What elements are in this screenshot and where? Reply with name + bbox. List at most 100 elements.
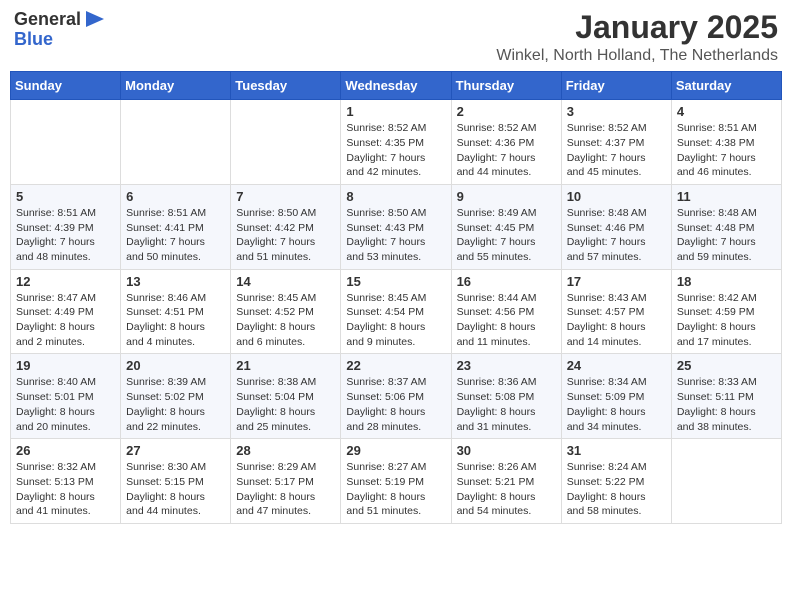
calendar-cell: 16 Sunrise: 8:44 AM Sunset: 4:56 PM Dayli… bbox=[451, 269, 561, 354]
calendar-table: SundayMondayTuesdayWednesdayThursdayFrid… bbox=[10, 71, 782, 524]
day-info: Sunrise: 8:51 AM Sunset: 4:41 PM Dayligh… bbox=[126, 206, 225, 265]
calendar-cell: 11Sunrise: 8:48 AM Sunset: 4:48 PM Dayli… bbox=[671, 184, 781, 269]
day-info: Sunrise: 8:50 AM Sunset: 4:43 PM Dayligh… bbox=[346, 206, 445, 265]
weekday-header-tuesday: Tuesday bbox=[231, 72, 341, 100]
calendar-cell: 31 Sunrise: 8:24 AM Sunset: 5:22 PM Dayli… bbox=[561, 439, 671, 524]
calendar-cell: 1 Sunrise: 8:52 AM Sunset: 4:35 PM Daylig… bbox=[341, 100, 451, 185]
day-info: Sunrise: 8:44 AM Sunset: 4:56 PM Dayligh… bbox=[457, 291, 556, 350]
calendar-cell: 28 Sunrise: 8:29 AM Sunset: 5:17 PM Dayli… bbox=[231, 439, 341, 524]
calendar-cell: 23 Sunrise: 8:36 AM Sunset: 5:08 PM Dayli… bbox=[451, 354, 561, 439]
logo-flag-icon bbox=[86, 11, 106, 29]
calendar-cell bbox=[121, 100, 231, 185]
calendar-cell: 30 Sunrise: 8:26 AM Sunset: 5:21 PM Dayli… bbox=[451, 439, 561, 524]
day-info: Sunrise: 8:45 AM Sunset: 4:54 PM Dayligh… bbox=[346, 291, 445, 350]
day-number: 23 bbox=[457, 358, 556, 373]
day-number: 22 bbox=[346, 358, 445, 373]
day-info: Sunrise: 8:33 AM Sunset: 5:11 PM Dayligh… bbox=[677, 375, 776, 434]
day-number: 25 bbox=[677, 358, 776, 373]
calendar-cell: 13 Sunrise: 8:46 AM Sunset: 4:51 PM Dayli… bbox=[121, 269, 231, 354]
calendar-cell: 21 Sunrise: 8:38 AM Sunset: 5:04 PM Dayli… bbox=[231, 354, 341, 439]
location-title: Winkel, North Holland, The Netherlands bbox=[496, 47, 778, 65]
day-info: Sunrise: 8:37 AM Sunset: 5:06 PM Dayligh… bbox=[346, 375, 445, 434]
day-info: Sunrise: 8:46 AM Sunset: 4:51 PM Dayligh… bbox=[126, 291, 225, 350]
calendar-cell: 20 Sunrise: 8:39 AM Sunset: 5:02 PM Dayli… bbox=[121, 354, 231, 439]
day-number: 31 bbox=[567, 443, 666, 458]
day-info: Sunrise: 8:29 AM Sunset: 5:17 PM Dayligh… bbox=[236, 460, 335, 519]
calendar-cell: 22 Sunrise: 8:37 AM Sunset: 5:06 PM Dayli… bbox=[341, 354, 451, 439]
logo: General Blue bbox=[14, 10, 106, 50]
calendar-cell: 26Sunrise: 8:32 AM Sunset: 5:13 PM Dayli… bbox=[11, 439, 121, 524]
day-number: 21 bbox=[236, 358, 335, 373]
calendar-cell: 25 Sunrise: 8:33 AM Sunset: 5:11 PM Dayli… bbox=[671, 354, 781, 439]
calendar-cell bbox=[231, 100, 341, 185]
day-info: Sunrise: 8:36 AM Sunset: 5:08 PM Dayligh… bbox=[457, 375, 556, 434]
calendar-cell: 8 Sunrise: 8:50 AM Sunset: 4:43 PM Daylig… bbox=[341, 184, 451, 269]
calendar-week-row: 12 Sunrise: 8:47 AM Sunset: 4:49 PM Dayli… bbox=[11, 269, 782, 354]
day-number: 5 bbox=[16, 189, 115, 204]
day-info: Sunrise: 8:50 AM Sunset: 4:42 PM Dayligh… bbox=[236, 206, 335, 265]
day-number: 30 bbox=[457, 443, 556, 458]
day-info: Sunrise: 8:27 AM Sunset: 5:19 PM Dayligh… bbox=[346, 460, 445, 519]
day-number: 7 bbox=[236, 189, 335, 204]
calendar-cell: 29 Sunrise: 8:27 AM Sunset: 5:19 PM Dayli… bbox=[341, 439, 451, 524]
day-info: Sunrise: 8:52 AM Sunset: 4:37 PM Dayligh… bbox=[567, 121, 666, 180]
day-info: Sunrise: 8:45 AM Sunset: 4:52 PM Dayligh… bbox=[236, 291, 335, 350]
day-number: 19 bbox=[16, 358, 115, 373]
day-info: Sunrise: 8:38 AM Sunset: 5:04 PM Dayligh… bbox=[236, 375, 335, 434]
day-number: 8 bbox=[346, 189, 445, 204]
day-info: Sunrise: 8:51 AM Sunset: 4:38 PM Dayligh… bbox=[677, 121, 776, 180]
weekday-header-monday: Monday bbox=[121, 72, 231, 100]
day-number: 1 bbox=[346, 104, 445, 119]
day-number: 2 bbox=[457, 104, 556, 119]
day-number: 12 bbox=[16, 274, 115, 289]
calendar-week-row: 1 Sunrise: 8:52 AM Sunset: 4:35 PM Daylig… bbox=[11, 100, 782, 185]
day-number: 24 bbox=[567, 358, 666, 373]
calendar-cell bbox=[671, 439, 781, 524]
day-number: 27 bbox=[126, 443, 225, 458]
calendar-cell: 5 Sunrise: 8:51 AM Sunset: 4:39 PM Daylig… bbox=[11, 184, 121, 269]
calendar-cell: 17Sunrise: 8:43 AM Sunset: 4:57 PM Dayli… bbox=[561, 269, 671, 354]
day-info: Sunrise: 8:49 AM Sunset: 4:45 PM Dayligh… bbox=[457, 206, 556, 265]
day-number: 28 bbox=[236, 443, 335, 458]
day-info: Sunrise: 8:48 AM Sunset: 4:48 PM Dayligh… bbox=[677, 206, 776, 265]
calendar-week-row: 26Sunrise: 8:32 AM Sunset: 5:13 PM Dayli… bbox=[11, 439, 782, 524]
weekday-header-row: SundayMondayTuesdayWednesdayThursdayFrid… bbox=[11, 72, 782, 100]
day-number: 4 bbox=[677, 104, 776, 119]
day-number: 29 bbox=[346, 443, 445, 458]
day-number: 3 bbox=[567, 104, 666, 119]
weekday-header-sunday: Sunday bbox=[11, 72, 121, 100]
page-header: General Blue January 2025 Winkel, North … bbox=[10, 10, 782, 65]
title-section: January 2025 Winkel, North Holland, The … bbox=[496, 10, 778, 65]
day-info: Sunrise: 8:51 AM Sunset: 4:39 PM Dayligh… bbox=[16, 206, 115, 265]
day-info: Sunrise: 8:26 AM Sunset: 5:21 PM Dayligh… bbox=[457, 460, 556, 519]
day-info: Sunrise: 8:47 AM Sunset: 4:49 PM Dayligh… bbox=[16, 291, 115, 350]
day-info: Sunrise: 8:42 AM Sunset: 4:59 PM Dayligh… bbox=[677, 291, 776, 350]
day-number: 26 bbox=[16, 443, 115, 458]
day-info: Sunrise: 8:39 AM Sunset: 5:02 PM Dayligh… bbox=[126, 375, 225, 434]
day-info: Sunrise: 8:40 AM Sunset: 5:01 PM Dayligh… bbox=[16, 375, 115, 434]
day-number: 16 bbox=[457, 274, 556, 289]
day-info: Sunrise: 8:52 AM Sunset: 4:35 PM Dayligh… bbox=[346, 121, 445, 180]
calendar-cell: 6Sunrise: 8:51 AM Sunset: 4:41 PM Daylig… bbox=[121, 184, 231, 269]
weekday-header-wednesday: Wednesday bbox=[341, 72, 451, 100]
calendar-week-row: 19 Sunrise: 8:40 AM Sunset: 5:01 PM Dayli… bbox=[11, 354, 782, 439]
calendar-cell: 10Sunrise: 8:48 AM Sunset: 4:46 PM Dayli… bbox=[561, 184, 671, 269]
weekday-header-friday: Friday bbox=[561, 72, 671, 100]
calendar-cell: 24 Sunrise: 8:34 AM Sunset: 5:09 PM Dayli… bbox=[561, 354, 671, 439]
day-number: 9 bbox=[457, 189, 556, 204]
day-info: Sunrise: 8:52 AM Sunset: 4:36 PM Dayligh… bbox=[457, 121, 556, 180]
day-info: Sunrise: 8:34 AM Sunset: 5:09 PM Dayligh… bbox=[567, 375, 666, 434]
calendar-cell bbox=[11, 100, 121, 185]
calendar-cell: 18Sunrise: 8:42 AM Sunset: 4:59 PM Dayli… bbox=[671, 269, 781, 354]
day-info: Sunrise: 8:43 AM Sunset: 4:57 PM Dayligh… bbox=[567, 291, 666, 350]
day-number: 13 bbox=[126, 274, 225, 289]
calendar-cell: 4 Sunrise: 8:51 AM Sunset: 4:38 PM Daylig… bbox=[671, 100, 781, 185]
day-number: 10 bbox=[567, 189, 666, 204]
day-info: Sunrise: 8:24 AM Sunset: 5:22 PM Dayligh… bbox=[567, 460, 666, 519]
calendar-week-row: 5 Sunrise: 8:51 AM Sunset: 4:39 PM Daylig… bbox=[11, 184, 782, 269]
day-number: 20 bbox=[126, 358, 225, 373]
calendar-cell: 15Sunrise: 8:45 AM Sunset: 4:54 PM Dayli… bbox=[341, 269, 451, 354]
day-info: Sunrise: 8:30 AM Sunset: 5:15 PM Dayligh… bbox=[126, 460, 225, 519]
day-number: 14 bbox=[236, 274, 335, 289]
calendar-cell: 12 Sunrise: 8:47 AM Sunset: 4:49 PM Dayli… bbox=[11, 269, 121, 354]
